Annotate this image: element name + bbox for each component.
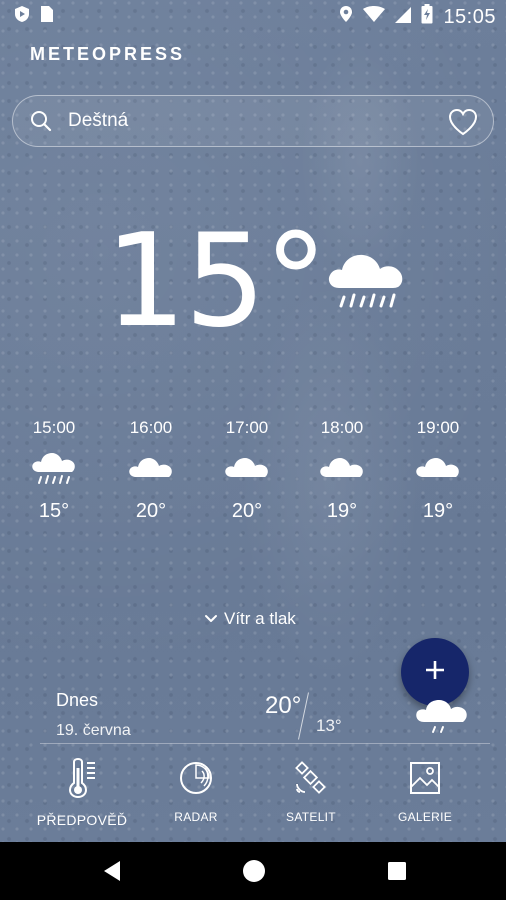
hour-time: 15:00 (32, 418, 76, 437)
hour-temperature: 20° (135, 500, 167, 522)
hourly-item: 16:00 20° (111, 418, 191, 523)
hour-time: 18:00 (320, 418, 364, 437)
cloud-rain-icon (325, 250, 411, 321)
radar-icon (179, 761, 213, 800)
hour-temperature: 15° (38, 500, 70, 522)
cloud-rain-icon (31, 450, 77, 494)
back-icon[interactable] (101, 859, 123, 888)
location-icon (339, 5, 353, 29)
thermometer-icon (66, 757, 98, 803)
hour-temperature: 19° (422, 500, 454, 522)
nav-label-satellite: SATELIT (286, 810, 336, 824)
nav-tab-satellite[interactable]: SATELIT (256, 760, 366, 824)
day-name: Dnes (56, 690, 99, 710)
hourly-item: 19:00 19° (398, 418, 478, 523)
nav-tab-radar[interactable]: RADAR (141, 760, 251, 824)
heart-icon[interactable] (447, 107, 479, 142)
cloud-icon (319, 450, 365, 494)
day-min-temperature: 13° (316, 716, 342, 735)
shield-icon (14, 5, 30, 29)
battery-charging-icon (421, 4, 433, 30)
app-brand: METEOPRESS (30, 44, 186, 64)
current-temperature: 15° (105, 207, 328, 356)
hour-temperature: 19° (326, 500, 358, 522)
nav-label-radar: RADAR (174, 810, 218, 824)
cloud-icon (128, 450, 174, 494)
hour-time: 19:00 (416, 418, 460, 437)
bottom-navigation: PŘEDPOVĚĎ RADAR SATELIT GALERIE (0, 752, 506, 842)
home-icon[interactable] (242, 859, 266, 888)
hour-time: 16:00 (129, 418, 173, 437)
cloud-icon (415, 450, 461, 494)
nav-label-gallery: GALERIE (397, 810, 453, 824)
signal-icon (395, 6, 412, 29)
hour-time: 17:00 (225, 418, 269, 437)
wind-pressure-label[interactable]: Vítr a tlak (224, 609, 296, 629)
location-search-bar[interactable]: Deštná (12, 95, 494, 147)
recent-apps-icon[interactable] (387, 861, 407, 886)
app-screen: 15:05 METEOPRESS Deštná 15° 15:00 15° 16… (0, 0, 506, 842)
nav-tab-forecast[interactable]: PŘEDPOVĚĎ (27, 757, 137, 828)
status-bar: 15:05 (0, 0, 506, 34)
chevron-down-icon (204, 609, 218, 629)
wind-pressure-toggle[interactable]: Vítr a tlak (204, 609, 296, 629)
search-icon[interactable] (29, 109, 53, 138)
hourly-item: 17:00 20° (207, 418, 287, 523)
satellite-icon (294, 760, 328, 800)
location-name[interactable]: Deštná (68, 110, 128, 132)
hourly-item: 15:00 15° (14, 418, 94, 523)
sim-card-icon (40, 5, 54, 29)
gallery-icon (409, 761, 441, 800)
nav-label-forecast: PŘEDPOVĚĎ (36, 812, 128, 828)
day-date: 19. června (56, 722, 131, 739)
status-time: 15:05 (443, 5, 496, 28)
cloud-icon (224, 450, 270, 494)
nav-tab-gallery[interactable]: GALERIE (370, 760, 480, 824)
divider (40, 743, 490, 744)
hourly-item: 18:00 19° (302, 418, 382, 523)
day-max-temperature: 20° (265, 692, 302, 719)
android-navigation-bar (0, 842, 506, 900)
cloud-rain-icon (415, 698, 469, 739)
plus-icon (424, 659, 446, 686)
wifi-icon (363, 5, 386, 29)
hour-temperature: 20° (231, 500, 263, 522)
add-location-button[interactable] (401, 638, 469, 706)
